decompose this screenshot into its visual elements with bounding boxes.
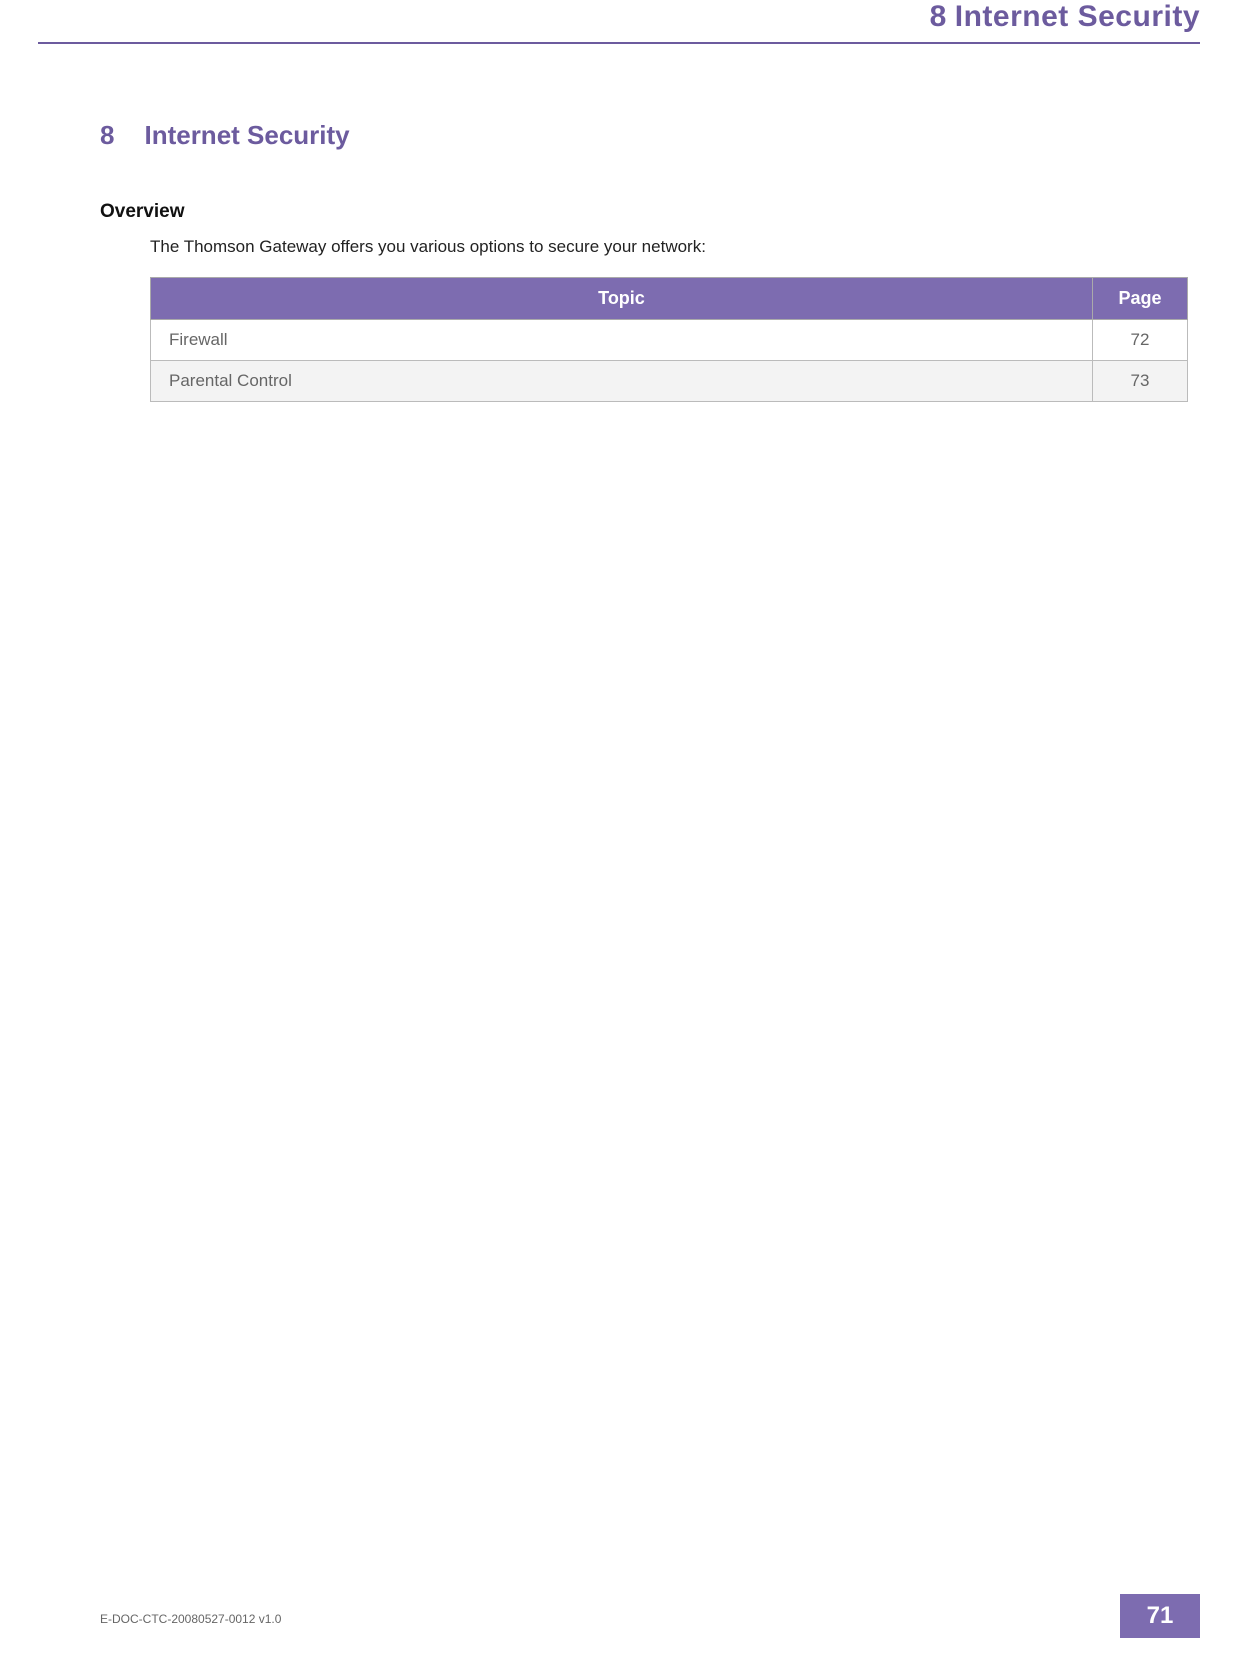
header-chapter-number: 8: [930, 0, 947, 33]
table-header-row: Topic Page: [151, 278, 1188, 320]
table-row: Parental Control 73: [151, 361, 1188, 402]
section-heading: 8 Internet Security: [100, 120, 1138, 151]
page-footer: E-DOC-CTC-20080527-0012 v1.0 71: [100, 1594, 1200, 1638]
table-cell-topic: Parental Control: [151, 361, 1093, 402]
topics-table: Topic Page Firewall 72 Parental Control …: [150, 277, 1188, 402]
page-header-title: 8Internet Security: [930, 0, 1200, 34]
section-number: 8: [100, 120, 114, 150]
overview-intro: The Thomson Gateway offers you various o…: [150, 237, 1138, 257]
table-header-topic: Topic: [151, 278, 1093, 320]
header-rule: [38, 42, 1200, 44]
content-area: 8 Internet Security Overview The Thomson …: [100, 120, 1138, 402]
table-cell-page: 73: [1093, 361, 1188, 402]
section-title: Internet Security: [144, 120, 349, 150]
table-cell-page: 72: [1093, 320, 1188, 361]
table-cell-topic: Firewall: [151, 320, 1093, 361]
header-chapter-title: Internet Security: [955, 0, 1200, 33]
table-header-page: Page: [1093, 278, 1188, 320]
footer-page-number: 71: [1120, 1594, 1200, 1638]
table-row: Firewall 72: [151, 320, 1188, 361]
overview-heading: Overview: [100, 201, 1138, 223]
footer-document-id: E-DOC-CTC-20080527-0012 v1.0: [100, 1612, 281, 1626]
